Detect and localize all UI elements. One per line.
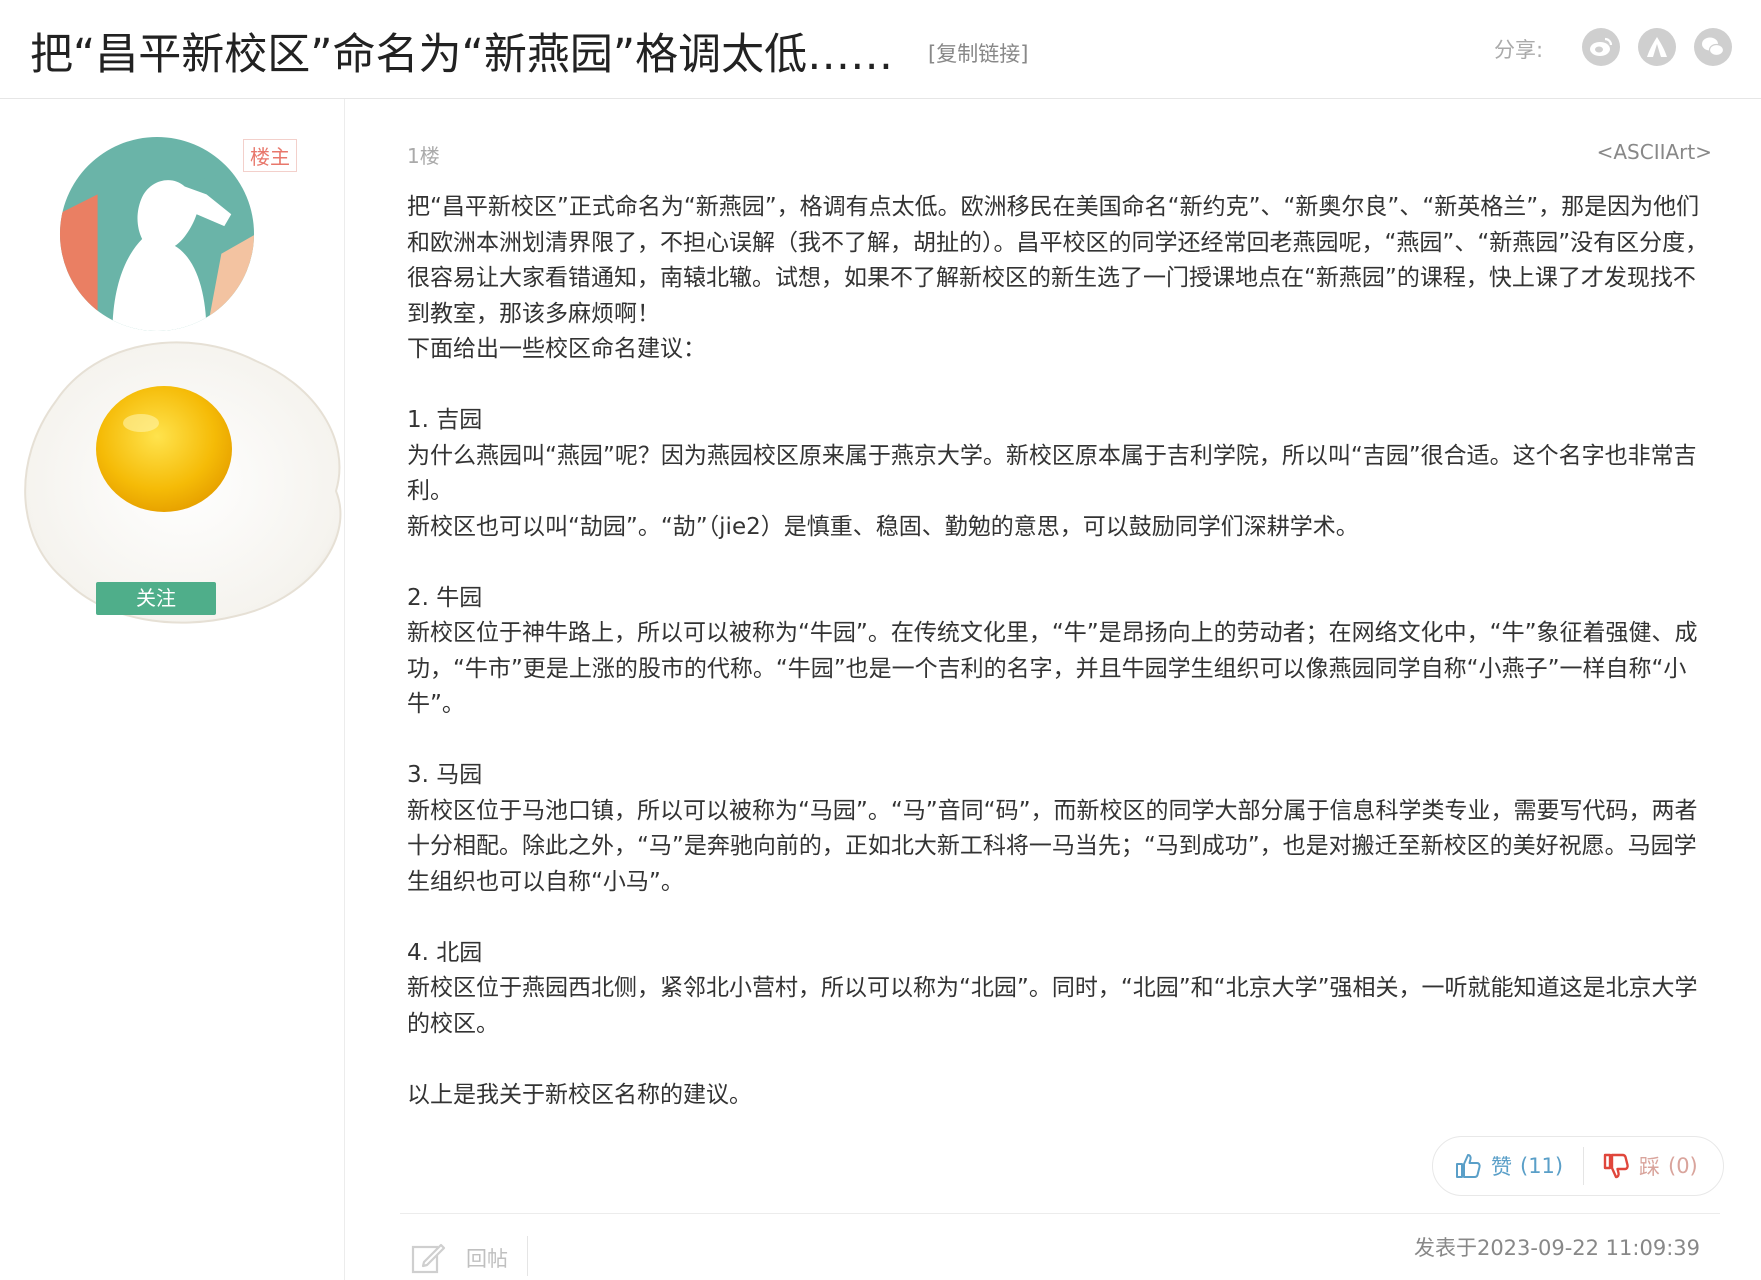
thumbs-up-icon [1456, 1154, 1481, 1178]
post-paragraph: 新校区也可以叫“劼园”。“劼”（jie2）是慎重、稳固、勤勉的意思，可以鼓励同学… [407, 513, 1359, 540]
section-heading: 4. 北园 [407, 939, 483, 966]
like-count: (11) [1520, 1154, 1564, 1178]
share-label: 分享: [1494, 38, 1544, 62]
reply-label: 回帖 [466, 1247, 508, 1271]
section-heading: 3. 马园 [407, 762, 483, 788]
like-label: 赞 [1491, 1155, 1512, 1179]
thumbs-down-icon [1603, 1153, 1629, 1179]
reply-button[interactable]: 回帖 [410, 1240, 508, 1276]
avatar[interactable] [58, 135, 256, 333]
dislike-count: (0) [1668, 1154, 1698, 1178]
post-paragraph: 下面给出一些校区命名建议： [407, 336, 706, 362]
page-header: 把“昌平新校区”命名为“新燕园”格调太低…… [复制链接] 分享: [0, 0, 1761, 99]
dislike-label: 踩 [1639, 1155, 1660, 1179]
section-heading: 1. 吉园 [407, 407, 483, 433]
copy-link-button[interactable]: [复制链接] [928, 38, 1028, 68]
op-badge: 楼主 [243, 139, 297, 172]
floor-number: 1楼 [407, 144, 440, 168]
thread-title: 把“昌平新校区”命名为“新燕园”格调太低…… [30, 30, 894, 80]
section-heading: 2. 牛园 [407, 584, 483, 611]
post-paragraph: 新校区位于燕园西北侧，紧邻北小营村，所以可以称为“北园”。同时，“北园”和“北京… [407, 975, 1698, 1037]
footer-divider [400, 1213, 1720, 1214]
post-paragraph: 新校区位于神牛路上，所以可以被称为“牛园”。在传统文化里，“牛”是昂扬向上的劳动… [407, 620, 1698, 717]
vote-divider [1583, 1147, 1584, 1185]
edit-icon [411, 1243, 446, 1274]
reply-separator [527, 1236, 528, 1276]
follow-button[interactable]: 关注 [96, 582, 216, 615]
weibo-icon[interactable] [1582, 28, 1620, 66]
post-paragraph: 为什么燕园叫“燕园”呢？因为燕园校区原来属于燕京大学。新校区原本属于吉利学院，所… [407, 442, 1697, 505]
wechat-icon[interactable] [1694, 28, 1732, 66]
post-paragraph: 把“昌平新校区”正式命名为“新燕园”，格调有点太低。欧洲移民在美国命名“新约克”… [407, 194, 1709, 327]
user-sidebar: 楼主 关注 [0, 99, 345, 1280]
dislike-button[interactable]: 踩 (0) [1601, 1137, 1698, 1195]
like-button[interactable]: 赞 (11) [1453, 1137, 1563, 1195]
post-timestamp: 发表于2023-09-22 11:09:39 [1413, 1236, 1700, 1260]
author-name[interactable]: <ASCIIArt> [1597, 140, 1712, 164]
post-content: 把“昌平新校区”正式命名为“新燕园”，格调有点太低。欧洲移民在美国命名“新约克”… [407, 190, 1717, 1113]
post-paragraph: 以上是我关于新校区名称的建议。 [407, 1081, 752, 1108]
renren-icon[interactable] [1638, 28, 1676, 66]
post-paragraph: 新校区位于马池口镇，所以可以被称为“马园”。“马”音同“码”，而新校区的同学大部… [407, 797, 1698, 895]
vote-box: 赞 (11) 踩 (0) [1432, 1136, 1724, 1196]
